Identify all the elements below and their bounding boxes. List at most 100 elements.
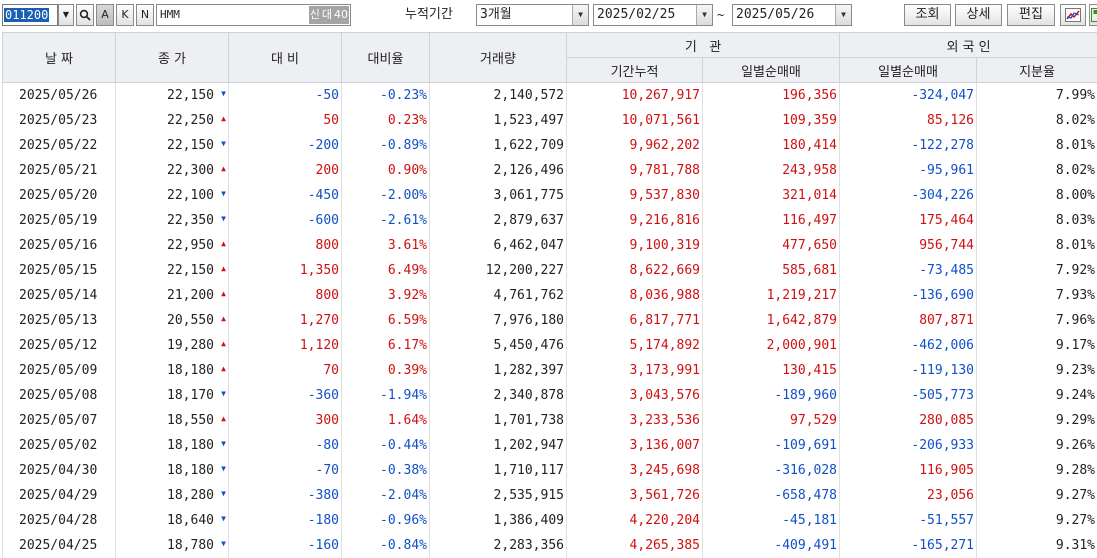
cell-inst-daily: -109,691 (701, 432, 841, 458)
mode-a-button[interactable]: A (96, 4, 114, 26)
cell-inst-daily-value: -189,960 (774, 387, 838, 403)
cell-date-value: 2025/05/13 (19, 312, 98, 328)
table-row[interactable]: 2025/05/15 22,150 ▲ 1,350 6.49% 12,200,227 8,6… (2, 257, 1097, 283)
table-row[interactable]: 2025/05/21 22,300 ▲ 200 0.90% 2,126,496 9,781,… (2, 157, 1097, 183)
cell-foreign-daily: 175,464 (839, 207, 978, 233)
cell-foreign-daily-value: 116,905 (919, 462, 975, 478)
search-button[interactable] (76, 4, 94, 26)
stock-code-input[interactable]: 011200 (2, 4, 58, 26)
detail-button[interactable]: 상세 (955, 4, 1002, 26)
table-row[interactable]: 2025/05/09 18,180 ▲ 70 0.39% 1,282,397 3,173,9… (2, 357, 1097, 383)
header-foreign-daily[interactable]: 일별순매매 (839, 57, 978, 83)
header-change-rate[interactable]: 대비율 (341, 32, 430, 83)
cell-inst-cumulative-value: 3,136,007 (629, 437, 700, 453)
cell-change-rate: -0.38% (341, 457, 430, 483)
cell-date-value: 2025/05/07 (19, 412, 98, 428)
table-row[interactable]: 2025/04/28 18,640 ▼ -180 -0.96% 1,386,409 4,22… (2, 507, 1097, 533)
cell-foreign-share-value: 9.27% (1055, 512, 1096, 528)
cell-inst-daily: 585,681 (701, 257, 841, 283)
period-select[interactable]: 3개월 ▼ (476, 4, 589, 26)
header-volume[interactable]: 거래량 (429, 32, 567, 83)
cell-change-value: -200 (307, 137, 339, 153)
cell-date-value: 2025/05/23 (19, 112, 98, 128)
cell-change: 800 (228, 282, 342, 308)
cell-foreign-share: 9.17% (976, 332, 1097, 358)
cell-date-value: 2025/04/30 (19, 462, 98, 478)
cell-close-value: 22,150 (167, 262, 214, 278)
table-row[interactable]: 2025/04/29 18,280 ▼ -380 -2.04% 2,535,915 3,56… (2, 482, 1097, 508)
header-inst-cumulative[interactable]: 기간누적 (566, 57, 703, 83)
cell-date-value: 2025/05/21 (19, 162, 98, 178)
edit-button[interactable]: 편집 (1007, 4, 1055, 26)
cell-date-value: 2025/05/08 (19, 387, 98, 403)
cell-inst-cumulative: 8,036,988 (566, 282, 703, 308)
cell-change-rate: -0.84% (341, 532, 430, 558)
up-triangle-icon: ▲ (221, 113, 226, 123)
cell-foreign-daily: -122,278 (839, 132, 978, 158)
table-row[interactable]: 2025/05/16 22,950 ▲ 800 3.61% 6,462,047 9,100,… (2, 232, 1097, 258)
header-date[interactable]: 날 짜 (2, 32, 116, 83)
cell-inst-daily-value: 1,219,217 (766, 287, 838, 303)
cell-volume-value: 6,462,047 (493, 237, 564, 253)
cell-change-value: -360 (307, 387, 339, 403)
cell-foreign-daily-value: -51,557 (919, 512, 975, 528)
table-row[interactable]: 2025/04/30 18,180 ▼ -70 -0.38% 1,710,117 3,245… (2, 457, 1097, 483)
up-triangle-icon: ▲ (221, 413, 226, 423)
query-button[interactable]: 조회 (904, 4, 951, 26)
header-inst-daily[interactable]: 일별순매매 (701, 57, 841, 83)
cell-inst-cumulative-value: 9,962,202 (629, 137, 700, 153)
mode-k-button[interactable]: K (116, 4, 134, 26)
cell-volume-value: 2,535,915 (493, 487, 564, 503)
header-change[interactable]: 대 비 (228, 32, 342, 83)
cell-foreign-share-value: 9.26% (1055, 437, 1096, 453)
cell-close: 21,200 ▲ (115, 282, 229, 308)
cell-inst-cumulative: 9,962,202 (566, 132, 703, 158)
table-row[interactable]: 2025/05/07 18,550 ▲ 300 1.64% 1,701,738 3,233,… (2, 407, 1097, 433)
cell-change-rate: 3.61% (341, 232, 430, 258)
code-dropdown-button[interactable]: ▼ (58, 4, 74, 26)
cell-change: 800 (228, 232, 342, 258)
cell-inst-cumulative: 9,537,830 (566, 182, 703, 208)
cell-inst-daily: -658,478 (701, 482, 841, 508)
cell-close-value: 22,350 (167, 212, 214, 228)
header-foreign-share[interactable]: 지분율 (976, 57, 1097, 83)
table-row[interactable]: 2025/05/13 20,550 ▲ 1,270 6.59% 7,976,180 6,81… (2, 307, 1097, 333)
cell-foreign-share-value: 9.17% (1055, 337, 1096, 353)
cell-inst-daily-value: -658,478 (774, 487, 838, 503)
end-date-input[interactable]: 2025/05/26 ▼ (732, 4, 852, 26)
cell-foreign-daily-value: -136,690 (911, 287, 975, 303)
cell-foreign-daily-value: -119,130 (911, 362, 975, 378)
cell-change-rate-value: -0.96% (380, 512, 427, 528)
start-date-input[interactable]: 2025/02/25 ▼ (593, 4, 713, 26)
chart-button[interactable] (1060, 4, 1086, 26)
table-row[interactable]: 2025/05/23 22,250 ▲ 50 0.23% 1,523,497 10,071,… (2, 107, 1097, 133)
cell-change-rate: 6.17% (341, 332, 430, 358)
cell-volume-value: 4,761,762 (493, 287, 564, 303)
loan-tag: 대 (320, 6, 333, 24)
table-row[interactable]: 2025/05/19 22,350 ▼ -600 -2.61% 2,879,637 9,21… (2, 207, 1097, 233)
cell-inst-cumulative: 9,781,788 (566, 157, 703, 183)
table-row[interactable]: 2025/05/22 22,150 ▼ -200 -0.89% 1,622,709 9,96… (2, 132, 1097, 158)
chevron-down-icon: ▼ (62, 10, 70, 19)
cell-foreign-daily: 23,056 (839, 482, 978, 508)
cell-volume: 2,879,637 (429, 207, 567, 233)
table-row[interactable]: 2025/05/26 22,150 ▼ -50 -0.23% 2,140,572 10,26… (2, 82, 1097, 108)
table-row[interactable]: 2025/05/12 19,280 ▲ 1,120 6.17% 5,450,476 5,17… (2, 332, 1097, 358)
table-row[interactable]: 2025/05/20 22,100 ▼ -450 -2.00% 3,061,775 9,53… (2, 182, 1097, 208)
cell-inst-daily: 196,356 (701, 82, 841, 108)
cell-date-value: 2025/05/20 (19, 187, 98, 203)
down-triangle-icon: ▼ (221, 538, 226, 548)
cell-inst-cumulative-value: 8,036,988 (629, 287, 700, 303)
table-row[interactable]: 2025/05/08 18,170 ▼ -360 -1.94% 2,340,878 3,04… (2, 382, 1097, 408)
cell-change-value: 800 (315, 237, 339, 253)
cell-foreign-daily: 280,085 (839, 407, 978, 433)
mode-n-button[interactable]: N (136, 4, 154, 26)
cell-change-value: 1,270 (299, 312, 339, 328)
table-row[interactable]: 2025/05/02 18,180 ▼ -80 -0.44% 1,202,947 3,136… (2, 432, 1097, 458)
table-row[interactable]: 2025/04/25 18,780 ▼ -160 -0.84% 2,283,356 4,26… (2, 532, 1097, 558)
save-button[interactable] (1089, 4, 1097, 26)
header-close[interactable]: 종 가 (115, 32, 229, 83)
table-row[interactable]: 2025/05/14 21,200 ▲ 800 3.92% 4,761,762 8,036,… (2, 282, 1097, 308)
cell-volume: 1,282,397 (429, 357, 567, 383)
chevron-down-icon: ▼ (572, 5, 588, 25)
